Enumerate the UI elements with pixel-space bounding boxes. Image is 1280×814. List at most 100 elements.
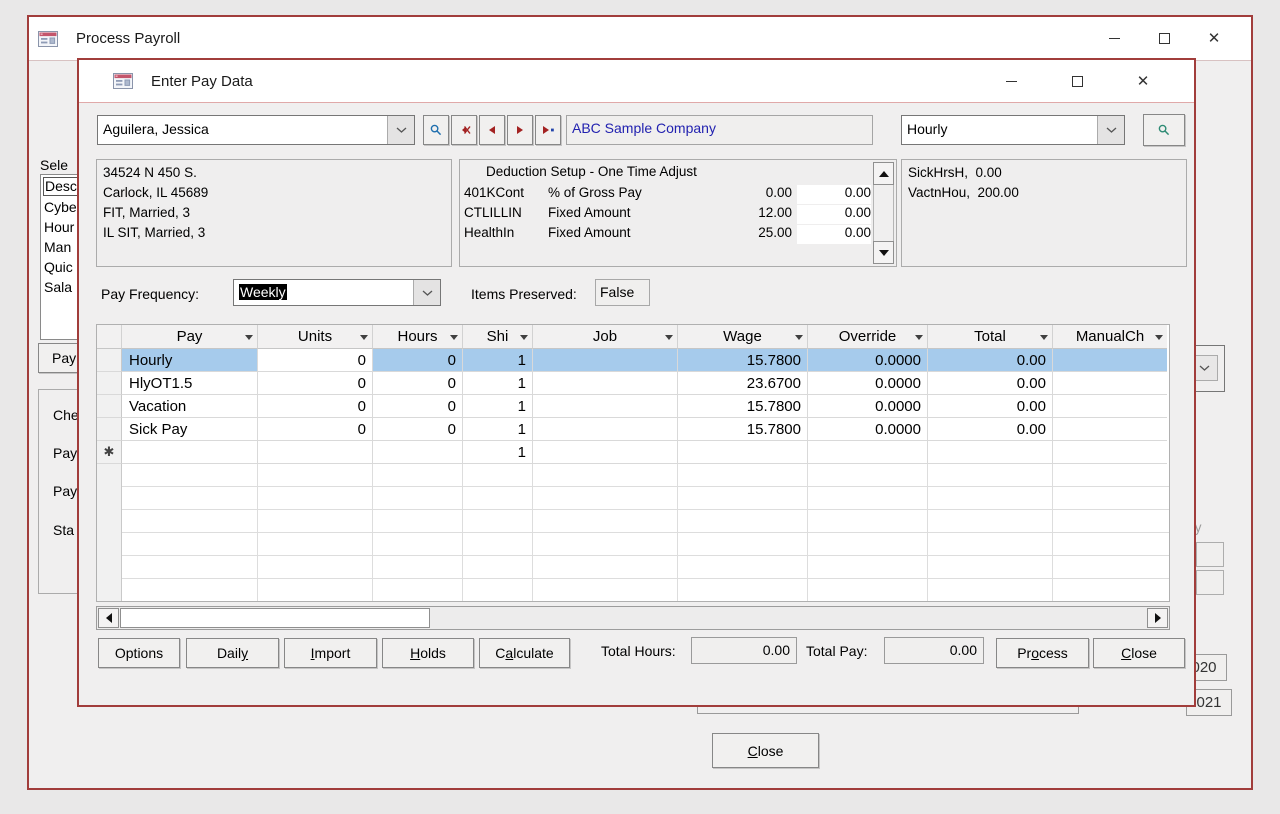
grid-cell[interactable]: Vacation <box>122 395 258 418</box>
column-header-wage[interactable]: Wage <box>678 325 808 349</box>
grid-cell[interactable]: 0 <box>258 372 373 395</box>
grid-cell[interactable]: 15.7800 <box>678 395 808 418</box>
grid-cell[interactable]: 1 <box>463 372 533 395</box>
grid-cell[interactable]: Hourly <box>122 349 258 372</box>
column-header-units[interactable]: Units <box>258 325 373 349</box>
column-dropdown-icon[interactable] <box>1040 335 1048 340</box>
grid-horizontal-scrollbar[interactable] <box>96 606 1170 630</box>
row-selector[interactable] <box>97 395 122 418</box>
cancel-record-button[interactable] <box>451 115 477 145</box>
column-dropdown-icon[interactable] <box>360 335 368 340</box>
maximize-button[interactable] <box>1044 60 1110 102</box>
grid-cell[interactable]: 1 <box>463 349 533 372</box>
grid-cell[interactable] <box>1053 441 1167 464</box>
column-header-job[interactable]: Job <box>533 325 678 349</box>
combo-dropdown-button[interactable] <box>387 116 414 144</box>
grid-cell[interactable] <box>678 441 808 464</box>
grid-cell[interactable]: 0.00 <box>928 418 1053 441</box>
close-payroll-button[interactable]: Close <box>712 733 819 768</box>
close-dialog-button[interactable]: ✕ <box>1110 60 1176 102</box>
column-dropdown-icon[interactable] <box>915 335 923 340</box>
column-dropdown-icon[interactable] <box>665 335 673 340</box>
grid-cell[interactable]: 15.7800 <box>678 349 808 372</box>
grid-cell[interactable] <box>808 441 928 464</box>
list-item[interactable]: Man <box>44 239 71 255</box>
import-button[interactable]: Import <box>284 638 377 668</box>
list-item[interactable]: Sala <box>44 279 72 295</box>
grid-cell[interactable]: 0.0000 <box>808 349 928 372</box>
holds-button[interactable]: Holds <box>382 638 474 668</box>
grid-cell[interactable]: 0 <box>373 418 463 441</box>
row-selector[interactable] <box>97 372 122 395</box>
grid-cell[interactable] <box>533 441 678 464</box>
column-header-manualcheck[interactable]: ManualCh <box>1053 325 1167 349</box>
column-header-pay[interactable]: Pay <box>122 325 258 349</box>
scroll-left-button[interactable] <box>98 608 119 628</box>
grid-cell[interactable]: 0.0000 <box>808 395 928 418</box>
pay-type-search-button[interactable] <box>1143 114 1185 146</box>
grid-cell[interactable] <box>533 372 678 395</box>
column-dropdown-icon[interactable] <box>520 335 528 340</box>
grid-cell[interactable]: Sick Pay <box>122 418 258 441</box>
grid-cell[interactable] <box>533 395 678 418</box>
employee-combo[interactable]: Aguilera, Jessica <box>97 115 415 145</box>
list-item[interactable]: Hour <box>44 219 74 235</box>
grid-cell[interactable] <box>122 441 258 464</box>
grid-cell[interactable]: 0 <box>373 372 463 395</box>
column-dropdown-icon[interactable] <box>245 335 253 340</box>
deduction-adjust-input[interactable]: 0.00 <box>797 185 871 204</box>
previous-record-button[interactable] <box>479 115 505 145</box>
scroll-down-button[interactable] <box>873 241 894 264</box>
column-header-total[interactable]: Total <box>928 325 1053 349</box>
column-dropdown-icon[interactable] <box>1155 335 1163 340</box>
column-dropdown-icon[interactable] <box>795 335 803 340</box>
grid-corner-cell[interactable] <box>97 325 122 349</box>
scroll-up-button[interactable] <box>873 162 894 185</box>
minimize-button[interactable] <box>978 60 1044 102</box>
grid-cell[interactable]: 0.00 <box>928 395 1053 418</box>
column-header-override[interactable]: Override <box>808 325 928 349</box>
pay-type-combo[interactable]: Hourly <box>901 115 1125 145</box>
column-header-shift[interactable]: Shi <box>463 325 533 349</box>
grid-cell[interactable] <box>373 441 463 464</box>
new-record-button[interactable] <box>535 115 561 145</box>
grid-cell[interactable] <box>928 441 1053 464</box>
grid-cell[interactable]: 23.6700 <box>678 372 808 395</box>
grid-cell[interactable] <box>533 349 678 372</box>
scroll-right-button[interactable] <box>1147 608 1168 628</box>
grid-cell[interactable] <box>258 441 373 464</box>
grid-cell[interactable]: 1 <box>463 441 533 464</box>
combo-dropdown-button[interactable] <box>413 280 440 305</box>
process-button[interactable]: Process <box>996 638 1089 668</box>
minimize-button[interactable] <box>1089 17 1139 60</box>
grid-cell[interactable]: 1 <box>463 395 533 418</box>
grid-cell[interactable]: 15.7800 <box>678 418 808 441</box>
scrollbar-thumb[interactable] <box>120 608 430 628</box>
close-window-button[interactable]: ✕ <box>1189 17 1239 60</box>
grid-cell[interactable]: 0 <box>373 349 463 372</box>
grid-cell[interactable] <box>1053 372 1167 395</box>
deduction-adjust-input[interactable]: 0.00 <box>797 225 871 244</box>
grid-cell[interactable]: 0 <box>258 418 373 441</box>
grid-cell[interactable]: 0.0000 <box>808 418 928 441</box>
pay-frequency-combo[interactable]: Weekly <box>233 279 441 306</box>
column-header-hours[interactable]: Hours <box>373 325 463 349</box>
maximize-button[interactable] <box>1139 17 1189 60</box>
calculate-button[interactable]: Calculate <box>479 638 570 668</box>
list-item[interactable]: Desc <box>43 177 80 196</box>
grid-cell[interactable]: 0.0000 <box>808 372 928 395</box>
grid-cell[interactable]: 0 <box>258 395 373 418</box>
grid-cell[interactable] <box>1053 395 1167 418</box>
new-record-selector[interactable]: ✱ <box>97 441 122 464</box>
row-selector[interactable] <box>97 418 122 441</box>
deduction-adjust-input[interactable]: 0.00 <box>797 205 871 224</box>
grid-cell[interactable]: 0.00 <box>928 372 1053 395</box>
daily-button[interactable]: Daily <box>186 638 279 668</box>
list-item[interactable]: Cybe <box>44 199 77 215</box>
list-item[interactable]: Quic <box>44 259 73 275</box>
grid-cell[interactable]: 0.00 <box>928 349 1053 372</box>
grid-cell[interactable]: HlyOT1.5 <box>122 372 258 395</box>
options-button[interactable]: Options <box>98 638 180 668</box>
combo-dropdown-button[interactable] <box>1097 116 1124 144</box>
grid-cell-current[interactable]: 0 <box>258 349 373 372</box>
